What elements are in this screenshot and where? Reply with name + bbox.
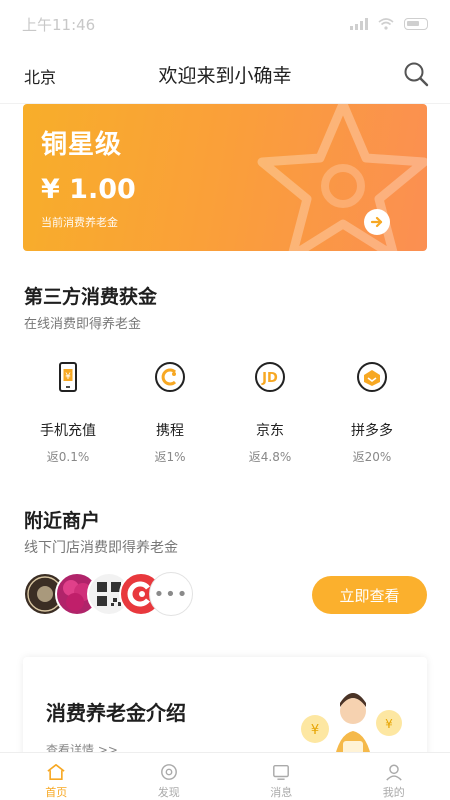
intro-title: 消费养老金介绍 (46, 701, 186, 725)
bottom-tab-bar: 首页 发现 消息 我的 (0, 752, 450, 800)
third-party-title: 第三方消费获金 (24, 286, 158, 308)
search-icon[interactable] (402, 60, 430, 88)
ctrip-icon (155, 362, 185, 392)
message-icon (273, 764, 290, 780)
service-jd[interactable]: JD 京东 返4.8% (220, 360, 320, 465)
tab-label: 我的 (382, 786, 405, 799)
tab-discover[interactable]: 发现 (113, 753, 226, 800)
pinduoduo-icon (357, 362, 387, 392)
page-title: 欢迎来到小确幸 (158, 65, 292, 87)
signal-icon (350, 18, 368, 30)
member-card[interactable]: 铜星级 ¥ 1.00 当前消费养老金 (23, 104, 427, 251)
jd-icon: JD (255, 362, 285, 392)
status-icons (350, 18, 428, 30)
pension-caption: 当前消费养老金 (41, 216, 118, 229)
arrow-right-icon[interactable] (364, 209, 390, 235)
battery-icon (404, 18, 428, 30)
service-rate: 返20% (352, 450, 392, 464)
svg-text:¥: ¥ (311, 723, 319, 738)
status-bar: 上午11:46 (0, 0, 450, 48)
tab-messages[interactable]: 消息 (225, 753, 338, 800)
service-pinduoduo[interactable]: 拼多多 返20% (322, 360, 422, 465)
svg-text:¥: ¥ (65, 372, 71, 382)
tab-label: 消息 (270, 786, 293, 799)
service-name: 手机充值 (40, 423, 96, 439)
service-rate: 返1% (154, 450, 186, 464)
service-ctrip[interactable]: 携程 返1% (120, 360, 220, 465)
third-party-subtitle: 在线消费即得养老金 (24, 317, 142, 332)
tab-home[interactable]: 首页 (0, 753, 113, 800)
service-name: 拼多多 (351, 423, 393, 439)
service-name: 携程 (156, 423, 184, 439)
service-rate: 返4.8% (248, 450, 292, 464)
header: 北京 欢迎来到小确幸 (0, 48, 450, 104)
user-icon (386, 764, 402, 781)
nearby-subtitle: 线下门店消费即得养老金 (24, 540, 178, 556)
view-now-button[interactable]: 立即查看 (312, 576, 427, 614)
tab-profile[interactable]: 我的 (338, 753, 450, 800)
star-watermark-icon (257, 104, 427, 251)
service-name: 京东 (256, 423, 284, 439)
wifi-icon (378, 18, 394, 30)
home-icon (47, 763, 65, 781)
service-phone-recharge[interactable]: ¥ 手机充值 返0.1% (18, 360, 118, 465)
third-party-services: ¥ 手机充值 返0.1% 携程 返1% JD 京东 返4.8% 拼多多 返20% (0, 360, 450, 464)
more-merchants-button[interactable]: ••• (149, 572, 193, 616)
svg-text:¥: ¥ (385, 717, 393, 731)
merchant-avatars[interactable]: ••• (23, 572, 203, 616)
nearby-title: 附近商户 (24, 510, 101, 532)
tab-label: 发现 (157, 786, 180, 799)
status-time: 上午11:46 (22, 15, 96, 34)
tab-label: 首页 (45, 786, 68, 799)
pension-amount: ¥ 1.00 (41, 174, 136, 205)
member-level: 铜星级 (41, 130, 123, 160)
service-rate: 返0.1% (46, 450, 90, 464)
svg-text:JD: JD (261, 371, 278, 386)
phone-recharge-icon: ¥ (59, 362, 77, 392)
discover-icon (160, 764, 177, 780)
